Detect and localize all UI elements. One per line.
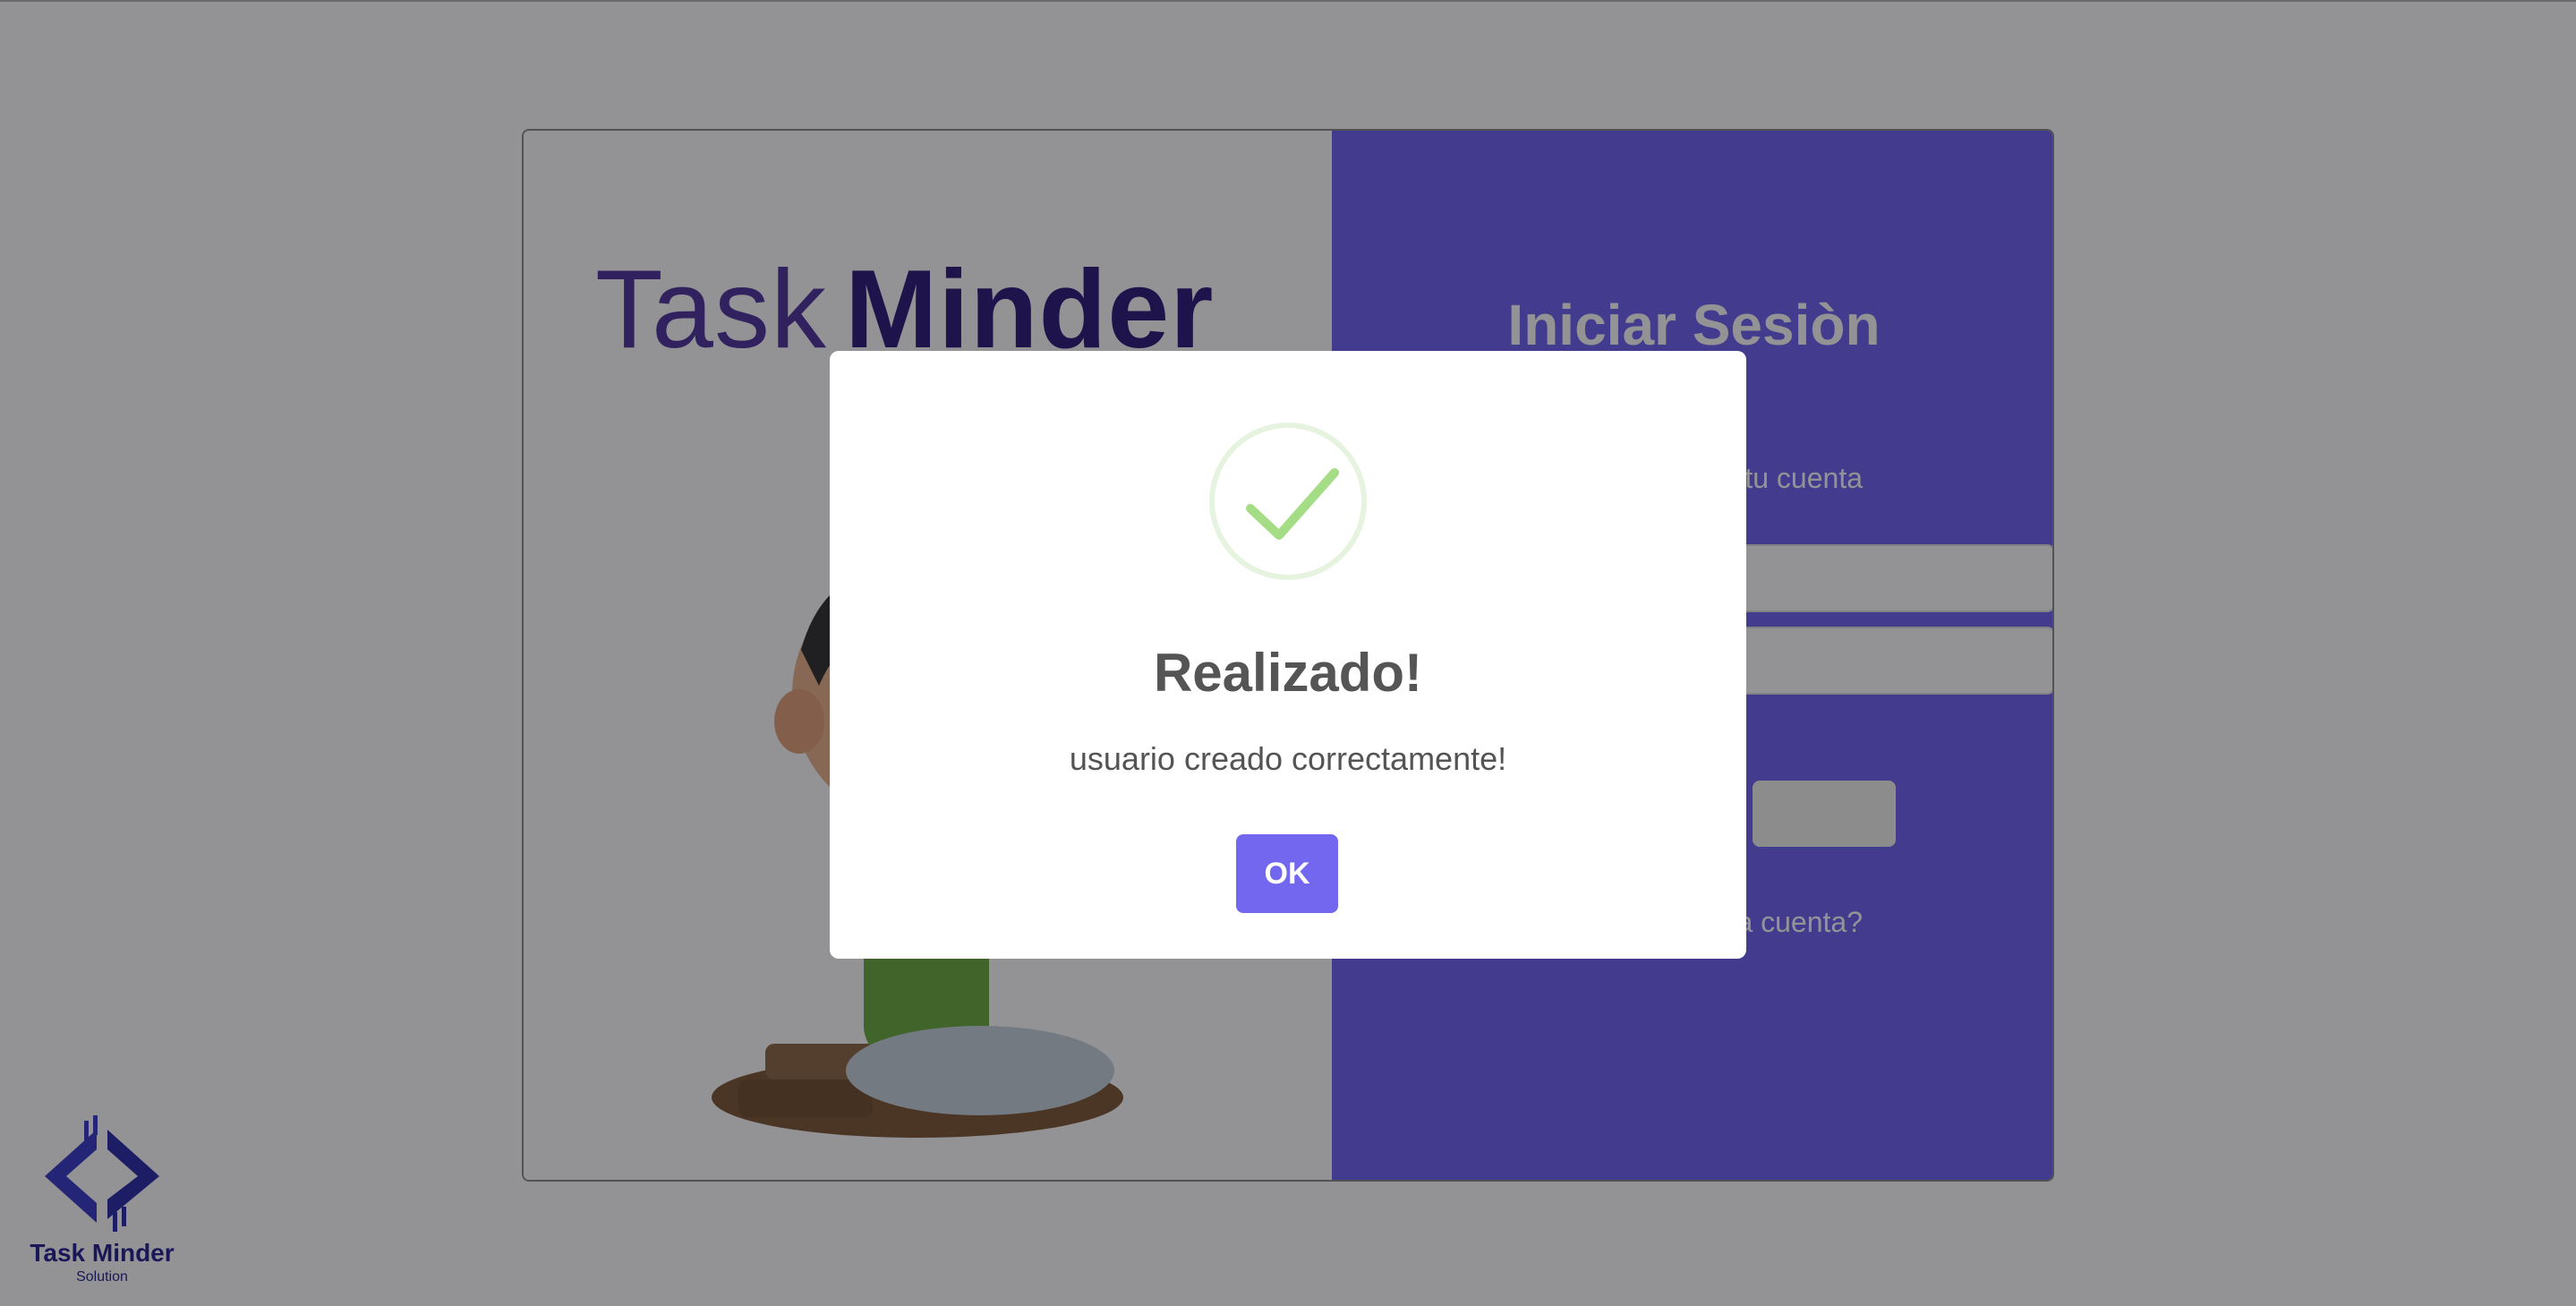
page: Task Minder Iniciar Sesiòn tu cuenta a c… [0, 0, 2576, 1306]
checkmark-icon [1246, 468, 1339, 540]
success-check-icon [1209, 423, 1367, 580]
top-border [0, 0, 2576, 2]
dialog-message: usuario creado correctamente! [1069, 740, 1507, 777]
ok-button[interactable]: OK [1236, 834, 1338, 913]
success-dialog: Realizado! usuario creado correctamente!… [830, 351, 1746, 959]
dialog-title: Realizado! [1153, 643, 1423, 703]
